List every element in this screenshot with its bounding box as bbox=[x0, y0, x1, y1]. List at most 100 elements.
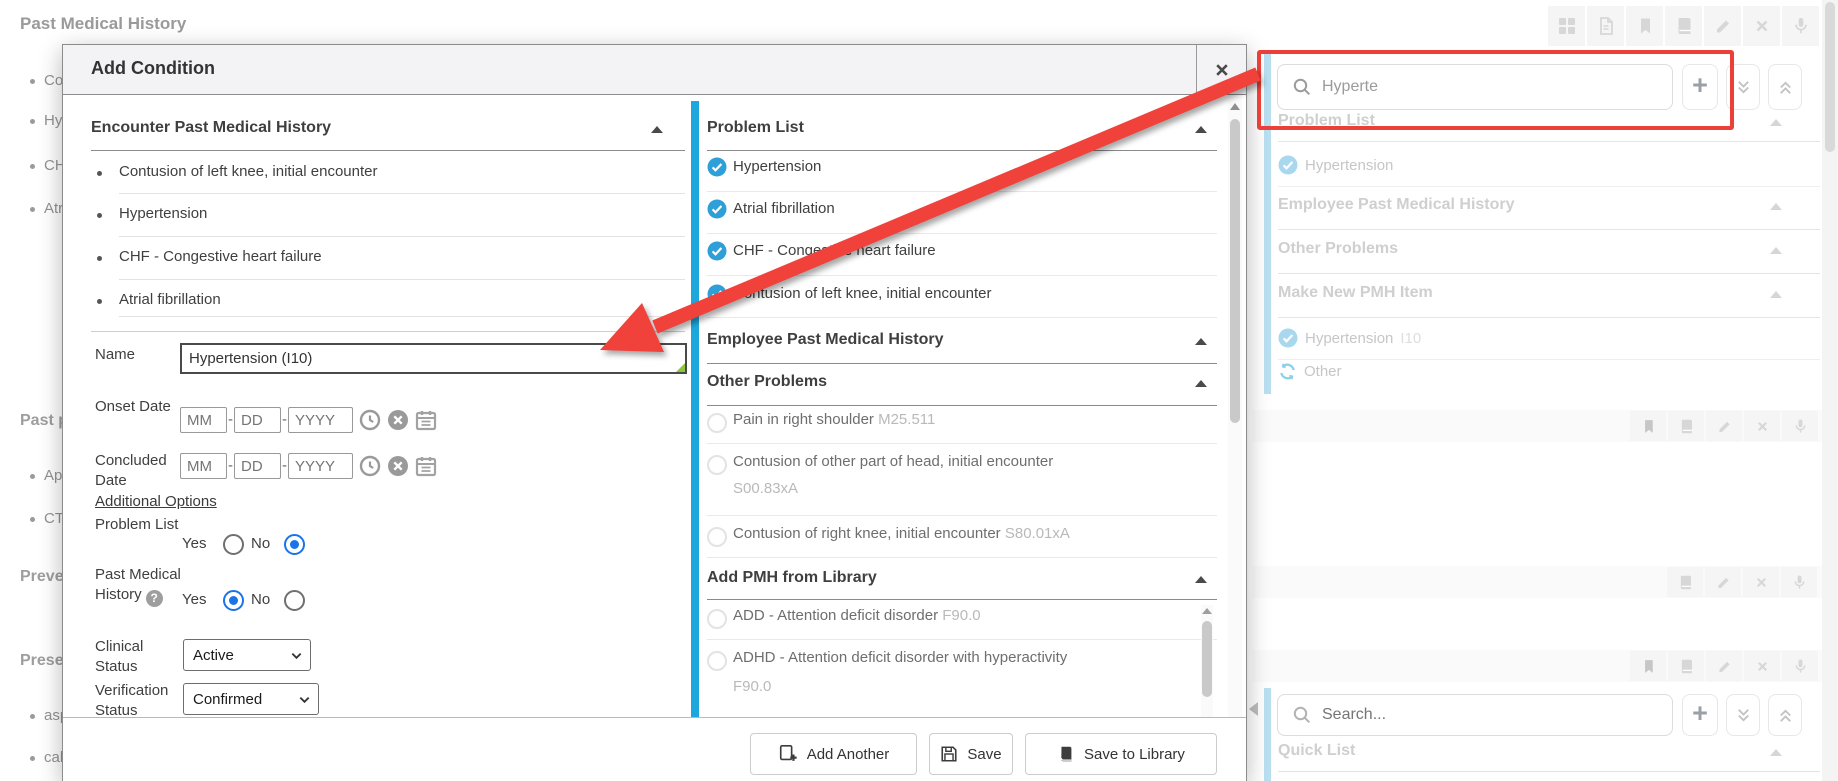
close-icon[interactable] bbox=[1743, 6, 1780, 46]
collapse-all-button[interactable] bbox=[1768, 694, 1802, 736]
check-circle-icon[interactable] bbox=[707, 284, 727, 304]
library-item[interactable]: ADHD - Attention deficit disorder with h… bbox=[733, 649, 1193, 695]
help-icon[interactable]: ? bbox=[146, 590, 163, 607]
onset-day-input[interactable] bbox=[235, 408, 280, 432]
calendar-icon[interactable] bbox=[415, 455, 437, 477]
save-button[interactable]: Save bbox=[929, 733, 1013, 775]
clock-icon[interactable] bbox=[359, 409, 381, 431]
other-problem-item[interactable]: Pain in right shoulder M25.511 bbox=[733, 411, 935, 428]
chevron-up-icon[interactable] bbox=[1770, 203, 1782, 210]
sidebar-collapse-handle[interactable] bbox=[1249, 702, 1258, 716]
chevron-up-icon[interactable] bbox=[651, 126, 663, 133]
problem-list-item[interactable]: Contusion of left knee, initial encounte… bbox=[733, 285, 992, 302]
book-icon[interactable] bbox=[1667, 567, 1703, 597]
select-circle-icon[interactable] bbox=[707, 527, 727, 547]
pencil-icon[interactable] bbox=[1704, 6, 1741, 46]
document-icon[interactable] bbox=[1587, 6, 1624, 46]
bookmark-icon[interactable] bbox=[1630, 651, 1666, 681]
pencil-icon[interactable] bbox=[1705, 567, 1741, 597]
close-icon[interactable] bbox=[1743, 567, 1779, 597]
chevron-up-icon[interactable] bbox=[1770, 749, 1782, 756]
check-circle-icon[interactable] bbox=[707, 199, 727, 219]
problem-list-yes-radio[interactable] bbox=[223, 534, 244, 555]
encounter-pmh-title[interactable]: Encounter Past Medical History bbox=[91, 119, 331, 137]
sidebar-search-top[interactable] bbox=[1277, 64, 1673, 110]
add-button[interactable]: + bbox=[1682, 64, 1718, 110]
onset-year-input[interactable] bbox=[289, 408, 352, 432]
chevron-up-icon[interactable] bbox=[1195, 380, 1207, 387]
chevron-up-icon[interactable] bbox=[1195, 126, 1207, 133]
microphone-icon[interactable] bbox=[1781, 567, 1817, 597]
close-icon[interactable] bbox=[1744, 651, 1780, 681]
onset-month-input[interactable] bbox=[181, 408, 226, 432]
encounter-pmh-item[interactable]: Hypertension bbox=[119, 205, 207, 222]
clear-circle-icon[interactable] bbox=[387, 455, 409, 477]
microphone-icon[interactable] bbox=[1782, 411, 1818, 441]
pmh-no-radio[interactable] bbox=[284, 590, 305, 611]
chevron-up-icon[interactable] bbox=[1770, 247, 1782, 254]
check-circle-icon[interactable] bbox=[707, 241, 727, 261]
library-item[interactable]: ADD - Attention deficit disorder F90.0 bbox=[733, 607, 981, 624]
other-problem-item[interactable]: Contusion of other part of head, initial… bbox=[733, 453, 1203, 497]
search-input[interactable] bbox=[1320, 705, 1672, 725]
book-icon[interactable] bbox=[1665, 6, 1702, 46]
concluded-month-input[interactable] bbox=[181, 454, 226, 478]
select-circle-icon[interactable] bbox=[707, 651, 727, 671]
select-circle-icon[interactable] bbox=[707, 413, 727, 433]
sidebar-section-make-new-pmh[interactable]: Make New PMH Item bbox=[1278, 284, 1433, 302]
select-circle-icon[interactable] bbox=[707, 609, 727, 629]
library-scrollbar[interactable] bbox=[1201, 605, 1213, 717]
search-input[interactable] bbox=[1320, 77, 1672, 97]
verification-status-select[interactable]: Confirmed bbox=[183, 683, 319, 715]
sidebar-section-quick-list[interactable]: Quick List bbox=[1278, 742, 1355, 760]
clinical-status-select[interactable]: Active bbox=[183, 639, 311, 671]
calendar-icon[interactable] bbox=[415, 409, 437, 431]
page-scrollbar[interactable] bbox=[1822, 0, 1838, 781]
clear-circle-icon[interactable] bbox=[387, 409, 409, 431]
save-to-library-button[interactable]: Save to Library bbox=[1025, 733, 1217, 775]
chevron-up-icon[interactable] bbox=[1195, 338, 1207, 345]
scroll-up-arrow[interactable] bbox=[1202, 608, 1212, 614]
bookmark-icon[interactable] bbox=[1630, 411, 1666, 441]
library-title[interactable]: Add PMH from Library bbox=[707, 569, 877, 587]
problem-list-title[interactable]: Problem List bbox=[707, 119, 804, 137]
sidebar-collapse-handle[interactable] bbox=[1249, 70, 1258, 84]
encounter-pmh-item[interactable]: CHF - Congestive heart failure bbox=[119, 248, 322, 265]
sidebar-item-other[interactable]: Other bbox=[1278, 362, 1342, 381]
expand-all-button[interactable] bbox=[1726, 694, 1760, 736]
add-button[interactable]: + bbox=[1682, 694, 1718, 736]
pmh-yes-radio[interactable] bbox=[223, 590, 244, 611]
employee-pmh-title[interactable]: Employee Past Medical History bbox=[707, 331, 944, 349]
check-circle-icon[interactable] bbox=[707, 157, 727, 177]
add-another-button[interactable]: Add Another bbox=[750, 733, 917, 775]
name-input[interactable] bbox=[180, 343, 687, 374]
expand-all-button[interactable] bbox=[1726, 64, 1760, 110]
modal-scrollbar[interactable] bbox=[1228, 97, 1242, 780]
book-icon[interactable] bbox=[1668, 651, 1704, 681]
problem-list-item[interactable]: Hypertension bbox=[733, 158, 821, 175]
problem-list-item[interactable]: Atrial fibrillation bbox=[733, 200, 835, 217]
library-scrollbar-thumb[interactable] bbox=[1202, 621, 1212, 697]
microphone-icon[interactable] bbox=[1782, 6, 1819, 46]
encounter-pmh-item[interactable]: Contusion of left knee, initial encounte… bbox=[119, 163, 378, 180]
scroll-up-arrow[interactable] bbox=[1230, 103, 1240, 110]
microphone-icon[interactable] bbox=[1782, 651, 1818, 681]
collapse-all-button[interactable] bbox=[1768, 64, 1802, 110]
chevron-up-icon[interactable] bbox=[1770, 291, 1782, 298]
sidebar-section-problem-list[interactable]: Problem List bbox=[1278, 112, 1375, 130]
encounter-pmh-item[interactable]: Atrial fibrillation bbox=[119, 291, 221, 308]
book-icon[interactable] bbox=[1668, 411, 1704, 441]
sidebar-section-employee-pmh[interactable]: Employee Past Medical History bbox=[1278, 196, 1515, 214]
close-button[interactable] bbox=[1196, 45, 1246, 94]
other-problems-title[interactable]: Other Problems bbox=[707, 373, 827, 391]
pencil-icon[interactable] bbox=[1706, 411, 1742, 441]
bookmark-icon[interactable] bbox=[1626, 6, 1663, 46]
select-circle-icon[interactable] bbox=[707, 455, 727, 475]
pencil-icon[interactable] bbox=[1706, 651, 1742, 681]
sidebar-item[interactable]: Hypertension I10 bbox=[1278, 328, 1421, 348]
grid-icon[interactable] bbox=[1548, 6, 1585, 46]
additional-options-link[interactable]: Additional Options bbox=[95, 493, 217, 510]
sidebar-section-other-problems[interactable]: Other Problems bbox=[1278, 240, 1398, 258]
concluded-day-input[interactable] bbox=[235, 454, 280, 478]
sidebar-item[interactable]: Hypertension bbox=[1278, 155, 1393, 175]
